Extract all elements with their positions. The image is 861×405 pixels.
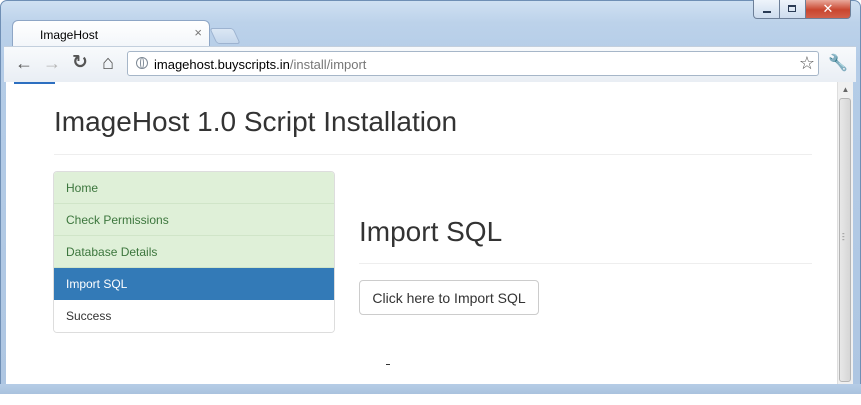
scrollbar-thumb[interactable]: --- (839, 98, 851, 382)
scroll-up-icon[interactable]: ▲ (838, 82, 853, 98)
window-bottom-border (0, 384, 861, 394)
stray-mark (386, 364, 390, 365)
url-text: imagehost.buyscripts.in/install/import (154, 57, 366, 72)
url-path: /install/import (289, 57, 367, 72)
title-divider (54, 154, 812, 155)
vertical-scrollbar[interactable]: ▲ --- (837, 82, 853, 384)
close-icon: ✕ (822, 1, 834, 16)
star-icon[interactable]: ☆ (799, 53, 815, 74)
tab-close-icon[interactable]: × (194, 25, 202, 40)
minimize-button[interactable] (753, 0, 780, 19)
globe-icon (136, 57, 148, 69)
back-arrow-icon[interactable]: ← (14, 53, 34, 73)
minimize-icon (763, 11, 771, 13)
wrench-icon[interactable]: 🔧 (828, 53, 848, 73)
step-database-details[interactable]: Database Details (54, 236, 334, 268)
reload-icon[interactable]: ↻ (70, 53, 90, 73)
grip-icon: --- (842, 229, 845, 244)
address-bar[interactable]: imagehost.buyscripts.in/install/import ☆ (127, 51, 819, 76)
install-steps-nav: Home Check Permissions Database Details … (53, 171, 335, 333)
tab-title: ImageHost (40, 28, 99, 42)
forward-arrow-icon[interactable]: → (42, 53, 62, 73)
step-home[interactable]: Home (54, 172, 334, 204)
maximize-icon (788, 5, 796, 12)
step-check-permissions[interactable]: Check Permissions (54, 204, 334, 236)
step-success[interactable]: Success (54, 300, 334, 332)
page-viewport: ImageHost 1.0 Script Installation Home C… (6, 82, 837, 384)
browser-toolbar: ← → ↻ ⌂ imagehost.buyscripts.in/install/… (4, 46, 856, 82)
home-icon[interactable]: ⌂ (98, 53, 118, 73)
step-import-sql[interactable]: Import SQL (54, 268, 334, 300)
loading-indicator (14, 82, 55, 84)
url-host: imagehost.buyscripts.in (154, 57, 290, 72)
maximize-button[interactable] (780, 0, 806, 19)
import-sql-button[interactable]: Click here to Import SQL (359, 280, 539, 315)
section-title: Import SQL (359, 216, 503, 247)
tab-imagehost[interactable]: ImageHost × (12, 20, 210, 46)
close-window-button[interactable]: ✕ (806, 0, 851, 19)
page-title: ImageHost 1.0 Script Installation (54, 106, 458, 137)
section-divider (359, 263, 812, 264)
